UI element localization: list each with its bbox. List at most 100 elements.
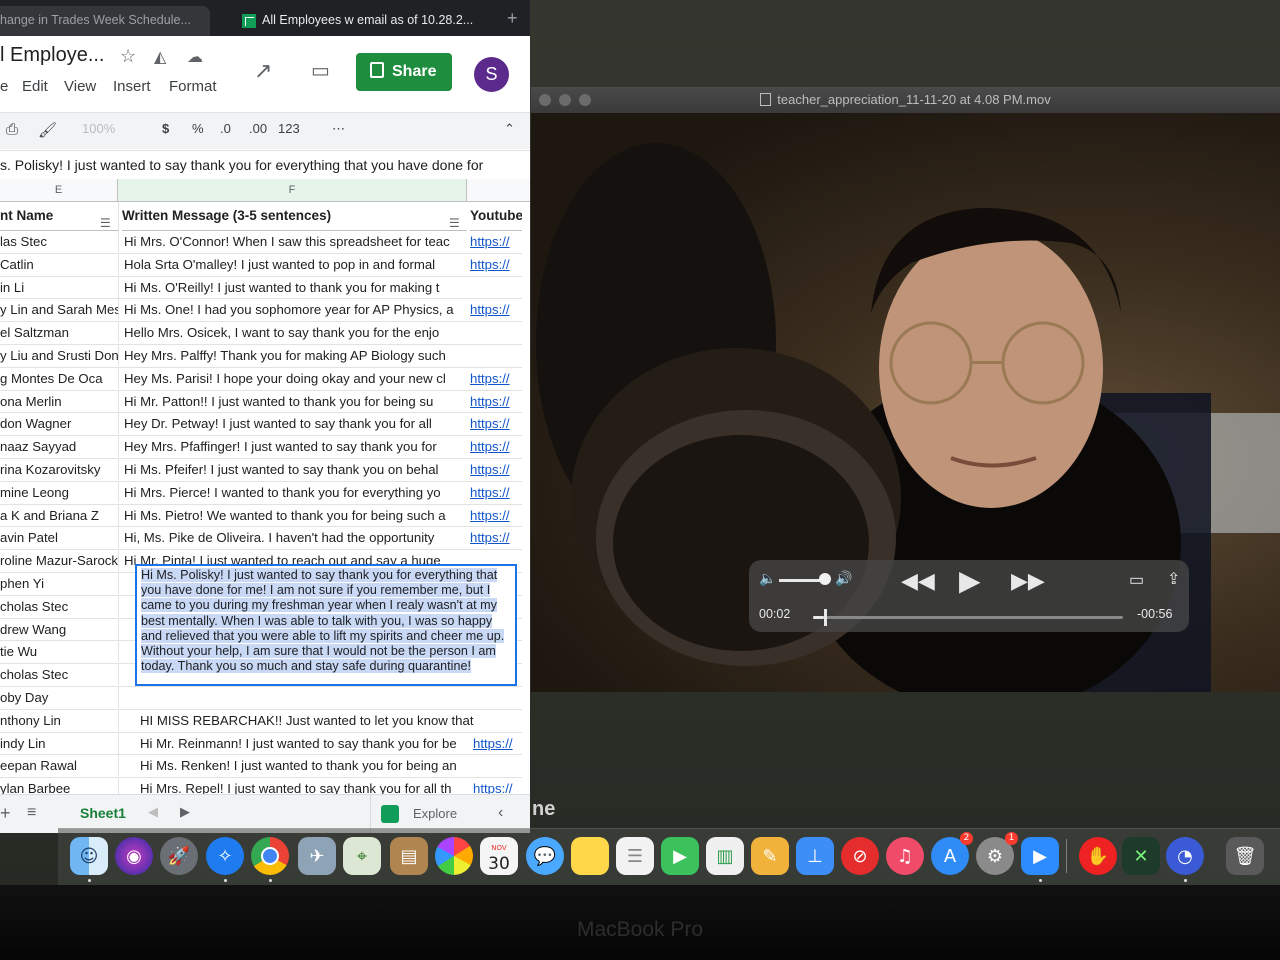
message-cell[interactable]: Hey Mrs. Pfaffinger! I just wanted to sa… — [124, 436, 468, 457]
message-cell[interactable]: Hola Srta O'malley! I just wanted to pop… — [124, 254, 468, 275]
name-cell[interactable]: drew Wang — [0, 618, 119, 640]
timeline-playhead[interactable] — [823, 609, 827, 626]
message-cell[interactable]: Hi Mr. Reinmann! I just wanted to say th… — [140, 733, 470, 754]
header-cell-message[interactable]: Written Message (3-5 sentences) ☰ — [122, 202, 467, 231]
zoom-select[interactable]: 100% — [82, 121, 115, 136]
message-cell[interactable]: HI MISS REBARCHAK!! Just wanted to let y… — [140, 710, 484, 731]
menu-view[interactable]: View — [64, 78, 96, 95]
message-cell[interactable]: Hi Mrs. Pierce! I wanted to thank you fo… — [124, 482, 468, 503]
youtube-link[interactable]: https:// — [470, 459, 520, 480]
number-format-select[interactable]: 123 — [278, 121, 300, 136]
notes-icon[interactable] — [571, 837, 609, 875]
reminders-icon[interactable]: ☰ — [616, 837, 654, 875]
paint-format-icon[interactable]: 🖌 — [38, 121, 57, 139]
table-row[interactable]: avin Patel Hi, Ms. Pike de Oliveira. I ha… — [0, 527, 522, 551]
mail-icon[interactable]: ✈ — [298, 837, 336, 875]
name-cell[interactable]: avin Patel — [0, 527, 119, 549]
collapse-side-panel-icon[interactable]: ‹ — [498, 804, 503, 822]
youtube-link[interactable] — [470, 345, 520, 366]
name-cell[interactable]: a K and Briana Z — [0, 504, 119, 526]
message-cell[interactable]: Hello Mrs. Osicek, I want to say thank y… — [124, 322, 468, 343]
menu-insert[interactable]: Insert — [113, 78, 151, 95]
rewind-icon[interactable]: ◀◀ — [901, 568, 935, 594]
youtube-link[interactable]: https:// — [470, 299, 520, 320]
cell-editor[interactable]: Hi Ms. Polisky! I just wanted to say tha… — [135, 564, 517, 686]
browser-tab-active[interactable]: All Employees w email as of 10.28.2... — [232, 6, 502, 36]
youtube-link[interactable]: https:// — [473, 733, 523, 754]
zoom-window-button[interactable] — [579, 94, 591, 106]
message-cell[interactable]: Hi Ms. Renken! I just wanted to thank yo… — [140, 755, 470, 776]
table-row[interactable]: mine Leong Hi Mrs. Pierce! I wanted to th… — [0, 481, 522, 505]
trash-icon[interactable]: 🗑 — [1226, 837, 1264, 875]
name-cell[interactable]: y Liu and Srusti Don — [0, 344, 119, 366]
youtube-link[interactable]: https:// — [470, 254, 520, 275]
safari-icon[interactable]: ✧ — [206, 837, 244, 875]
keynote-icon[interactable]: ⊥ — [796, 837, 834, 875]
menu-edit[interactable]: Edit — [22, 78, 48, 95]
table-row[interactable]: don Wagner Hey Dr. Petway! I just wanted … — [0, 413, 522, 437]
name-cell[interactable]: nthony Lin — [0, 709, 119, 731]
youtube-link[interactable]: https:// — [470, 505, 520, 526]
name-cell[interactable]: el Saltzman — [0, 322, 119, 344]
video-frame[interactable]: 🔈 🔊 ◀◀ ▶ ▶▶ ▭ ⇪ 00:02 -00:56 — [531, 113, 1280, 692]
table-row[interactable]: ona Merlin Hi Mr. Patton!! I just wanted … — [0, 390, 522, 414]
table-row[interactable]: naaz Sayyad Hey Mrs. Pfaffinger! I just w… — [0, 436, 522, 459]
formula-bar[interactable]: s. Polisky! I just wanted to say thank y… — [0, 150, 530, 180]
table-row[interactable]: in Li Hi Ms. O'Reilly! I just wanted to t… — [0, 276, 522, 300]
cell-editor-text[interactable]: Hi Ms. Polisky! I just wanted to say tha… — [141, 568, 505, 674]
message-cell[interactable]: Hi Mr. Patton!! I just wanted to thank y… — [124, 391, 468, 412]
youtube-link[interactable] — [470, 710, 520, 731]
name-cell[interactable]: in Li — [0, 276, 119, 298]
youtube-link[interactable]: https:// — [470, 231, 520, 252]
name-cell[interactable]: tie Wu — [0, 641, 119, 663]
comment-icon[interactable]: ▭ — [311, 58, 330, 83]
currency-button[interactable]: $ — [162, 121, 169, 136]
scroll-tabs-left-icon[interactable]: ◀ — [148, 804, 158, 820]
header-cell-youtube[interactable]: Youtube — [470, 202, 522, 231]
name-cell[interactable]: las Stec — [0, 231, 119, 252]
fast-forward-icon[interactable]: ▶▶ — [1011, 568, 1045, 594]
table-row[interactable]: g Montes De Oca Hey Ms. Parisi! I hope yo… — [0, 367, 522, 391]
airplay-icon[interactable]: ▭ — [1129, 570, 1144, 590]
volume-max-icon[interactable]: 🔊 — [835, 570, 852, 587]
filter-icon[interactable]: ☰ — [100, 209, 111, 230]
message-cell[interactable]: Hi Ms. Pfeifer! I just wanted to say tha… — [124, 459, 468, 480]
message-cell[interactable]: Hey Mrs. Palffy! Thank you for making AP… — [124, 345, 468, 366]
play-icon[interactable]: ▶ — [959, 564, 981, 597]
header-cell-name[interactable]: nt Name ☰ — [0, 202, 119, 231]
messages-icon[interactable]: 💬 — [526, 837, 564, 875]
quicktime-dock-icon[interactable]: ◔ — [1166, 837, 1204, 875]
name-cell[interactable]: indy Lin — [0, 732, 119, 754]
youtube-link[interactable]: https:// — [470, 482, 520, 503]
youtube-link[interactable] — [470, 277, 520, 298]
name-cell[interactable]: don Wagner — [0, 413, 119, 435]
share-icon[interactable]: ⇪ — [1167, 569, 1180, 589]
minimize-window-button[interactable] — [559, 94, 571, 106]
table-row[interactable]: las Stec Hi Mrs. O'Connor! When I saw thi… — [0, 231, 522, 254]
move-to-folder-icon[interactable]: ◭ — [154, 47, 166, 67]
table-row[interactable]: rina Kozarovitsky Hi Ms. Pfeifer! I just … — [0, 458, 522, 482]
youtube-link[interactable]: https:// — [470, 368, 520, 389]
name-cell[interactable]: phen Yi — [0, 572, 119, 594]
message-cell[interactable]: Hi Ms. Pietro! We wanted to thank you fo… — [124, 505, 468, 526]
pages-icon[interactable]: ✎ — [751, 837, 789, 875]
name-cell[interactable]: cholas Stec — [0, 664, 119, 686]
decrease-decimal-button[interactable]: .0 — [220, 121, 231, 136]
youtube-link[interactable] — [470, 755, 520, 776]
account-avatar[interactable]: S — [474, 57, 509, 92]
table-row[interactable]: el Saltzman Hello Mrs. Osicek, I want to … — [0, 322, 522, 345]
table-row[interactable]: indy Lin Hi Mr. Reinmann! I just wanted t… — [0, 732, 523, 756]
name-cell[interactable]: oby Day — [0, 686, 119, 708]
cloud-status-icon[interactable]: ☁ — [187, 47, 203, 67]
launchpad-icon[interactable]: 🚀 — [160, 837, 198, 875]
finder-icon[interactable]: ☺ — [70, 837, 108, 875]
youtube-link[interactable] — [470, 687, 520, 708]
volume-knob[interactable] — [819, 573, 831, 585]
name-cell[interactable]: g Montes De Oca — [0, 367, 119, 389]
contacts-icon[interactable]: ▤ — [390, 837, 428, 875]
message-cell[interactable]: Hi, Ms. Pike de Oliveira. I haven't had … — [124, 527, 468, 548]
mute-icon[interactable]: 🔈 — [759, 570, 776, 587]
name-cell[interactable]: rina Kozarovitsky — [0, 458, 119, 480]
youtube-link[interactable]: https:// — [470, 391, 520, 412]
document-title[interactable]: l Employe... — [0, 44, 104, 67]
